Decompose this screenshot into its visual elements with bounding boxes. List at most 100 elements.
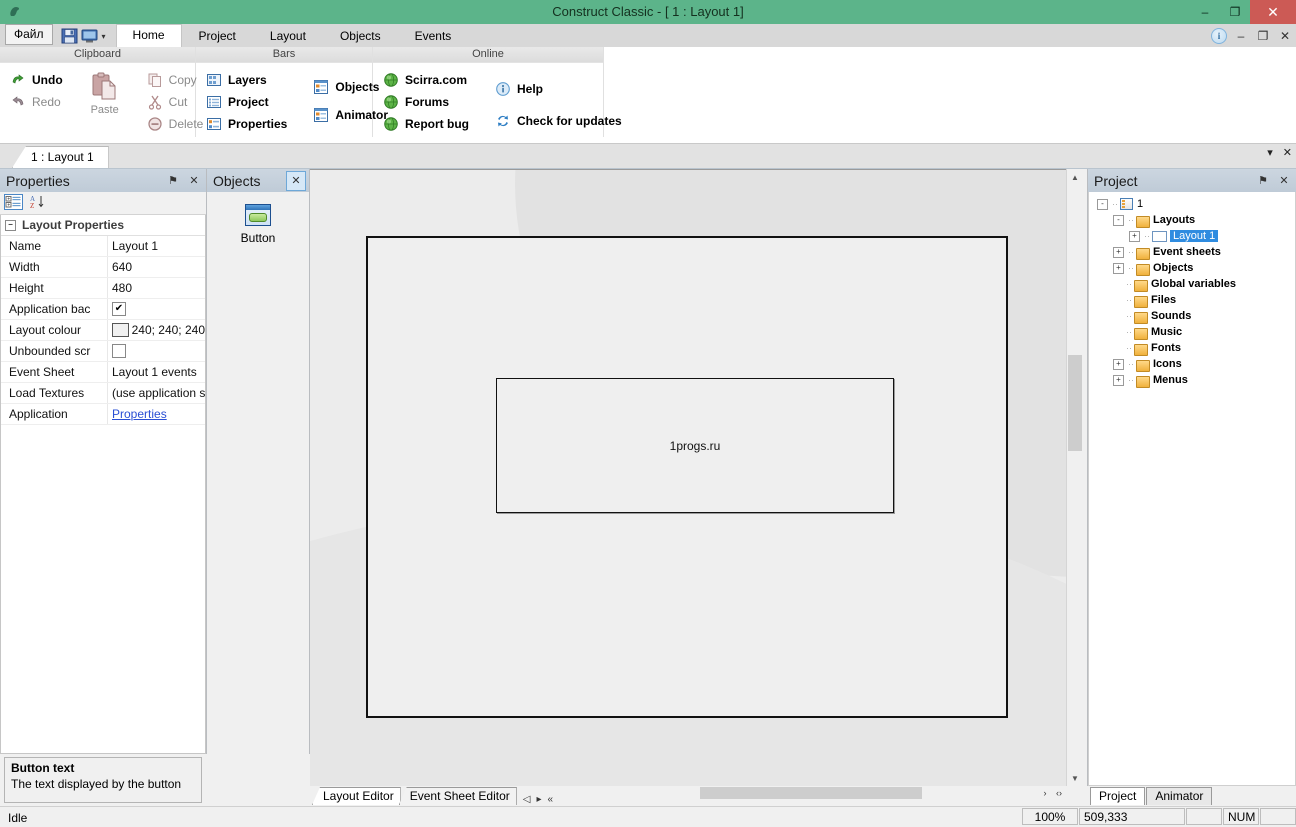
expand-toggle-icon[interactable]: + (1113, 358, 1124, 370)
alphabetical-sort-icon[interactable]: A Z (29, 194, 47, 213)
application-properties-link[interactable]: Properties (112, 404, 167, 424)
window-minimize-button[interactable]: – (1190, 0, 1220, 24)
tree-node-event-sheets[interactable]: + ·· Event sheets (1093, 244, 1295, 260)
close-icon[interactable]: ✕ (185, 172, 203, 190)
check-for-updates-button[interactable]: Check for updates (489, 105, 630, 137)
tree-node-sounds[interactable]: ·· Sounds (1093, 308, 1295, 324)
tree-node-files[interactable]: ·· Files (1093, 292, 1295, 308)
ribbon-tab-events[interactable]: Events (397, 25, 469, 48)
categorized-view-icon[interactable]: + + (4, 193, 23, 213)
properties-bar-button[interactable]: Properties (200, 113, 295, 135)
panel-tab-project[interactable]: Project (1090, 787, 1146, 805)
undo-button[interactable]: Undo (4, 69, 71, 91)
mdi-restore-button[interactable]: ❐ (1252, 24, 1274, 47)
ribbon-tab-home[interactable]: Home (115, 24, 182, 48)
report-bug-button[interactable]: Report bug (377, 113, 477, 135)
tree-node-global-variables[interactable]: ·· Global variables (1093, 276, 1295, 292)
property-row-application[interactable]: Application Properties (1, 404, 205, 425)
window-close-button[interactable]: ✕ (1250, 0, 1296, 24)
tab-list-dropdown-icon[interactable]: ▾ (1267, 146, 1273, 159)
property-value[interactable]: 640 (108, 257, 205, 277)
file-menu-button[interactable]: Файл (5, 24, 53, 45)
about-info-button[interactable]: i (1208, 24, 1230, 47)
scroll-left-icon[interactable]: « (548, 794, 554, 805)
tree-node-music[interactable]: ·· Music (1093, 324, 1295, 340)
expand-toggle-icon[interactable]: + (1113, 262, 1124, 274)
property-value[interactable]: ✔ (108, 299, 205, 319)
property-value[interactable]: 480 (108, 278, 205, 298)
editor-tab-layout-editor[interactable]: Layout Editor (312, 787, 401, 805)
tree-node-layout1[interactable]: + ·· Layout 1 (1093, 228, 1295, 244)
window-maximize-button[interactable]: ❐ (1220, 0, 1250, 24)
save-icon[interactable] (61, 28, 78, 44)
expand-toggle-icon[interactable]: - (1113, 214, 1124, 226)
close-document-icon[interactable]: ✕ (1283, 146, 1292, 159)
property-row-layout-colour[interactable]: Layout colour 240; 240; 240 (1, 320, 205, 341)
property-row-application-background[interactable]: Application bac ✔ (1, 299, 205, 320)
forums-button[interactable]: Forums (377, 91, 477, 113)
tree-node-layouts[interactable]: - ·· Layouts (1093, 212, 1295, 228)
layout-bounds-rect[interactable]: 1progs.ru (366, 236, 1008, 718)
help-button[interactable]: Help (489, 73, 630, 105)
scirra-com-button[interactable]: Scirra.com (377, 69, 477, 91)
layout-editor-canvas[interactable]: 1progs.ru (310, 169, 1080, 786)
pin-icon[interactable]: ⚑ (164, 172, 182, 190)
property-row-load-textures[interactable]: Load Textures (use application se (1, 383, 205, 404)
project-tree[interactable]: - ·· 1 - ·· Layouts + ·· Layout 1 + ·· E… (1088, 192, 1296, 786)
close-icon[interactable]: ✕ (286, 170, 306, 191)
property-value[interactable]: 240; 240; 240 (108, 320, 205, 340)
tree-node-menus[interactable]: + ·· Menus (1093, 372, 1295, 388)
pin-icon[interactable]: ⚑ (1254, 172, 1272, 190)
property-value[interactable]: Properties (108, 404, 205, 424)
property-row-width[interactable]: Width 640 (1, 257, 205, 278)
colour-swatch[interactable] (112, 323, 129, 337)
run-icon[interactable] (81, 28, 98, 44)
property-row-height[interactable]: Height 480 (1, 278, 205, 299)
horizontal-scroll-thumb[interactable] (700, 787, 922, 799)
close-icon[interactable]: ✕ (1275, 172, 1293, 190)
checkbox-unchecked-icon[interactable] (112, 344, 126, 358)
scroll-right-icon[interactable]: › (1038, 786, 1052, 800)
property-row-name[interactable]: Name Layout 1 (1, 236, 205, 257)
scroll-up-icon[interactable]: ▲ (1067, 169, 1083, 185)
canvas-vertical-scrollbar[interactable]: ▲ ▼ (1066, 169, 1083, 786)
button-instance[interactable]: 1progs.ru (496, 378, 894, 513)
property-value[interactable] (108, 341, 205, 361)
property-value[interactable]: Layout 1 (108, 236, 205, 256)
project-bar-button[interactable]: Project (200, 91, 295, 113)
paste-button[interactable]: Paste (83, 69, 129, 135)
splitter-handle-icon[interactable]: ‹› (1052, 786, 1066, 800)
customize-chevron-icon[interactable]: ▾ (102, 32, 106, 41)
scroll-down-icon[interactable]: ▼ (1067, 770, 1083, 786)
property-value[interactable]: Layout 1 events (108, 362, 205, 382)
redo-button[interactable]: Redo (4, 91, 71, 113)
ribbon-tab-objects[interactable]: Objects (322, 25, 398, 48)
expand-toggle-icon[interactable]: - (1097, 198, 1108, 210)
tree-node-objects[interactable]: + ·· Objects (1093, 260, 1295, 276)
property-value[interactable]: (use application se (108, 383, 205, 403)
status-zoom[interactable]: 100% (1022, 808, 1078, 825)
property-row-event-sheet[interactable]: Event Sheet Layout 1 events (1, 362, 205, 383)
editor-tab-event-sheet-editor[interactable]: Event Sheet Editor (398, 787, 517, 805)
layers-bar-button[interactable]: Layers (200, 69, 295, 91)
object-item-button[interactable]: Button (207, 204, 309, 245)
vertical-scroll-thumb[interactable] (1068, 355, 1082, 451)
document-tab-layout1[interactable]: 1 : Layout 1 (12, 146, 109, 168)
checkbox-checked-icon[interactable]: ✔ (112, 302, 126, 316)
mdi-close-button[interactable]: ✕ (1274, 24, 1296, 47)
properties-group-header[interactable]: − Layout Properties (1, 215, 205, 236)
panel-tab-animator[interactable]: Animator (1146, 787, 1213, 805)
collapse-icon[interactable]: − (5, 219, 16, 231)
mdi-minimize-button[interactable]: – (1230, 24, 1252, 47)
tab-prev-icon[interactable]: ◁ (523, 794, 531, 805)
ribbon-tab-project[interactable]: Project (181, 25, 253, 48)
expand-toggle-icon[interactable]: + (1129, 230, 1140, 242)
tree-node-fonts[interactable]: ·· Fonts (1093, 340, 1295, 356)
tree-node-project-root[interactable]: - ·· 1 (1093, 196, 1295, 212)
tree-node-icons[interactable]: + ·· Icons (1093, 356, 1295, 372)
expand-toggle-icon[interactable]: + (1113, 374, 1124, 386)
property-row-unbounded-scrolling[interactable]: Unbounded scr (1, 341, 205, 362)
expand-toggle-icon[interactable]: + (1113, 246, 1124, 258)
ribbon-tab-layout[interactable]: Layout (252, 25, 323, 48)
tab-next-icon[interactable]: ▸ (536, 794, 541, 805)
